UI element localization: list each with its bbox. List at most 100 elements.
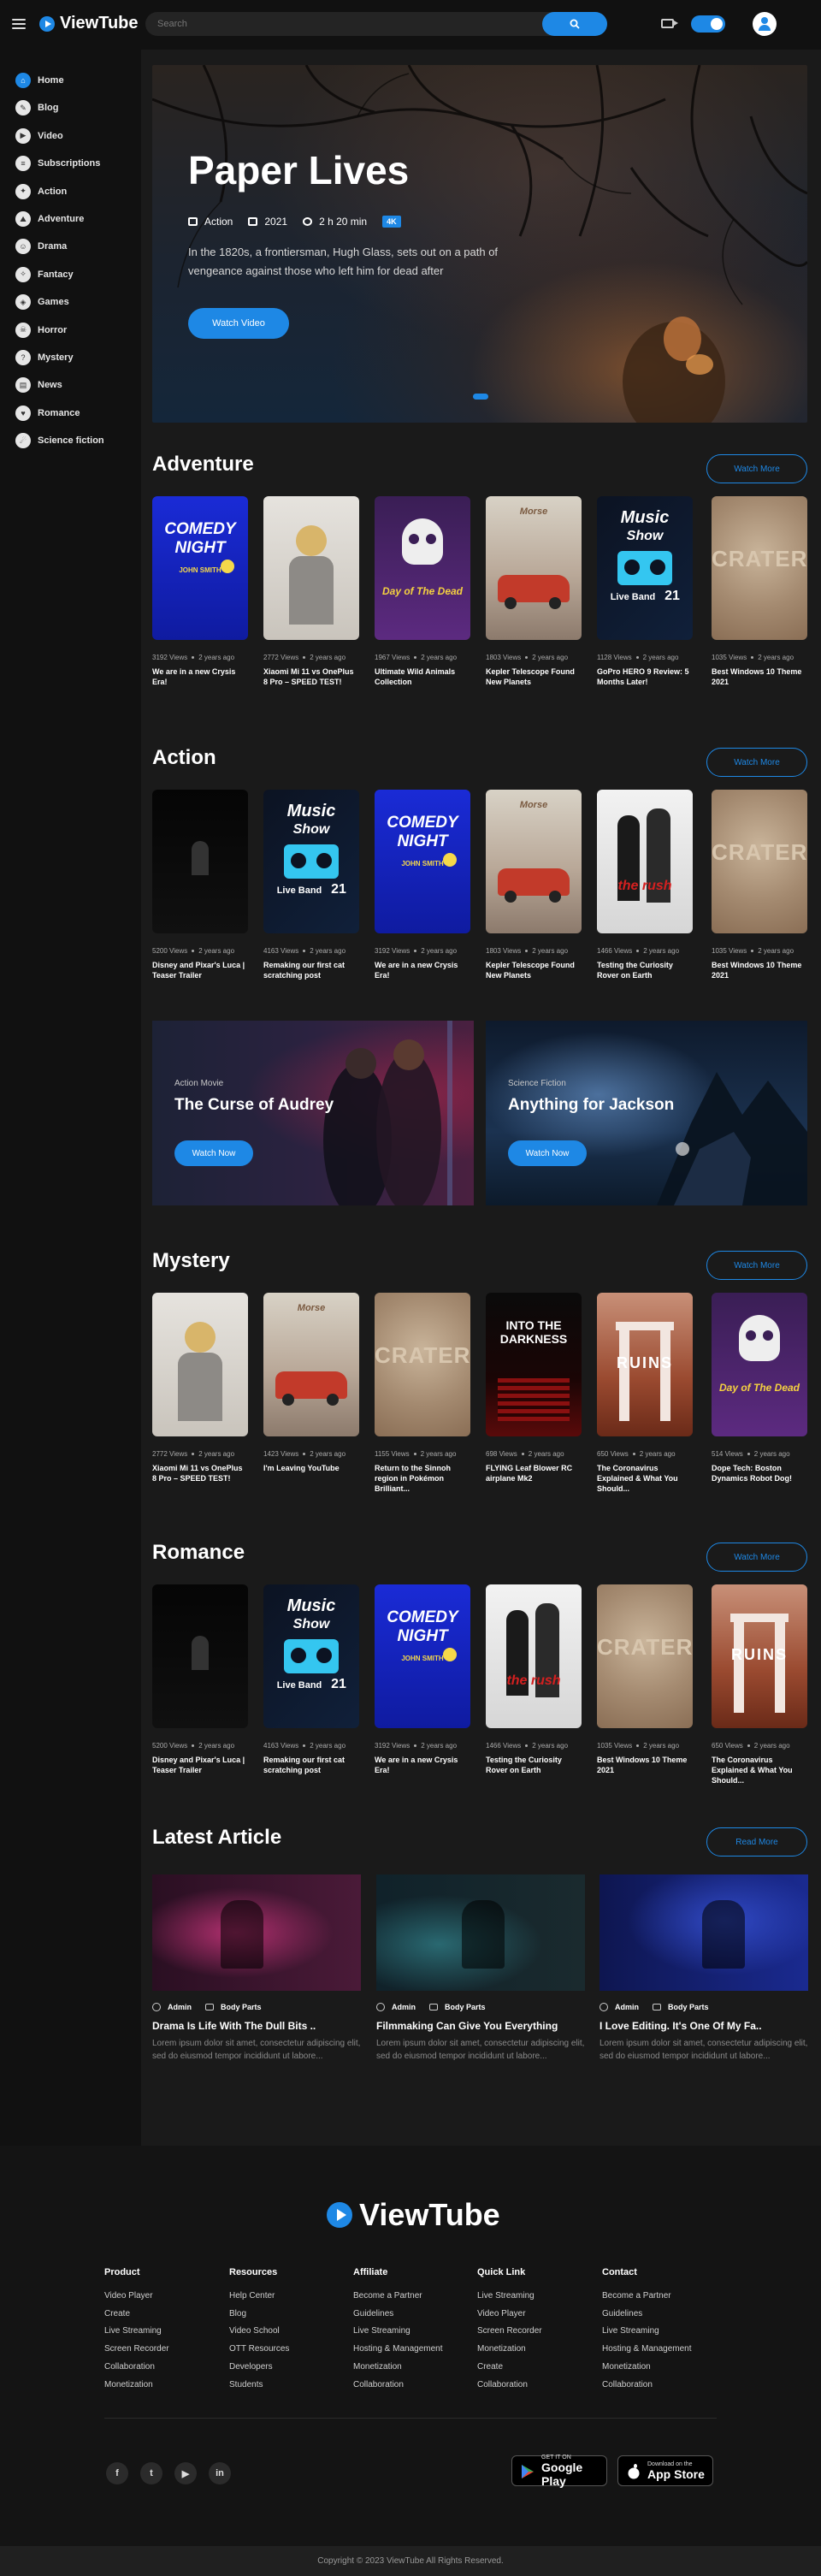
carousel-indicator[interactable] [473,394,488,400]
video-title[interactable]: Best Windows 10 Theme 2021 [712,960,807,980]
footer-link[interactable]: Hosting & Management [602,2341,692,2359]
footer-link[interactable]: Monetization [602,2359,692,2377]
article-category[interactable]: Body Parts [445,2003,486,2011]
footer-link[interactable]: Hosting & Management [353,2341,443,2359]
video-card[interactable]: 2772 Views 2 years ago Xiaomi Mi 11 vs One… [152,1293,248,1483]
video-card[interactable]: RUINS 650 Views 2 years ago The Coronavirus… [597,1293,693,1494]
sidebar-item-home[interactable]: ⌂ Home [15,72,64,89]
video-card[interactable]: Music Show Live Band 21 4163 Views 2 years ag… [263,790,359,980]
sidebar-item-mystery[interactable]: ? Mystery [15,349,74,366]
article-category[interactable]: Body Parts [668,2003,709,2011]
video-card[interactable]: Morse 1423 Views 2 years ago I'm Leaving Yo… [263,1293,359,1473]
video-thumbnail[interactable]: COMEDY NIGHT JOHN SMITH [152,496,248,640]
video-card[interactable]: COMEDY NIGHT JOHN SMITH 3192 Views 2 years a… [375,790,470,980]
video-title[interactable]: Disney and Pixar's Luca | Teaser Trailer [152,1755,248,1775]
video-thumbnail[interactable]: Music Show Live Band 21 [597,496,693,640]
footer-link[interactable]: Become a Partner [602,2288,692,2306]
sidebar-item-drama[interactable]: ☺ Drama [15,238,67,255]
article-title[interactable]: I Love Editing. It's One Of My Fa.. [600,2020,808,2032]
youtube-icon[interactable]: ▶ [174,2462,197,2484]
video-thumbnail[interactable]: CRATER [712,790,807,933]
video-thumbnail[interactable] [152,1293,248,1436]
video-thumbnail[interactable]: COMEDY NIGHT JOHN SMITH [375,790,470,933]
footer-link[interactable]: OTT Resources [229,2341,289,2359]
sidebar-item-action[interactable]: ✦ Action [15,183,67,200]
footer-link[interactable]: Video School [229,2323,289,2341]
video-title[interactable]: Testing the Curiosity Rover on Earth [597,960,693,980]
sidebar-item-adventure[interactable]: ⛰ Adventure [15,210,84,228]
video-card[interactable]: Morse 1803 Views 2 years ago Kepler Telesco… [486,496,582,687]
video-card[interactable]: INTO THE DARKNESS 698 Views 2 years ago FLYI… [486,1293,582,1483]
video-card[interactable]: CRATER 1155 Views 2 years ago Return to the… [375,1293,470,1494]
video-card[interactable]: 2772 Views 2 years ago Xiaomi Mi 11 vs One… [263,496,359,687]
facebook-icon[interactable]: f [106,2462,128,2484]
sidebar-item-horror[interactable]: ☠ Horror [15,322,67,339]
video-card[interactable]: Day of The Dead 514 Views 2 years ago Dope … [712,1293,807,1483]
video-title[interactable]: Testing the Curiosity Rover on Earth [486,1755,582,1775]
video-title[interactable]: We are in a new Crysis Era! [152,666,248,687]
video-thumbnail[interactable] [263,496,359,640]
video-thumbnail[interactable]: Day of The Dead [375,496,470,640]
read-more-button[interactable]: Read More [706,1827,807,1856]
video-thumbnail[interactable]: the rush [486,1584,582,1728]
article-card[interactable]: Admin Body Parts I Love Editing. It's One … [600,1874,808,2063]
article-author[interactable]: Admin [615,2003,639,2011]
footer-link[interactable]: Guidelines [353,2306,443,2324]
footer-link[interactable]: Live Streaming [353,2323,443,2341]
twitter-icon[interactable]: t [140,2462,162,2484]
video-thumbnail[interactable]: Morse [486,496,582,640]
video-title[interactable]: Xiaomi Mi 11 vs OnePlus 8 Pro – SPEED TE… [263,666,359,687]
video-title[interactable]: Best Windows 10 Theme 2021 [712,666,807,687]
video-title[interactable]: I'm Leaving YouTube [263,1463,359,1473]
article-category[interactable]: Body Parts [221,2003,262,2011]
article-card[interactable]: Admin Body Parts Filmmaking Can Give You E… [376,1874,585,2063]
sidebar-item-news[interactable]: ▤ News [15,376,62,394]
video-card[interactable]: Morse 1803 Views 2 years ago Kepler Telesco… [486,790,582,980]
sidebar-item-video[interactable]: ▶ Video [15,127,63,145]
video-thumbnail[interactable]: COMEDY NIGHT JOHN SMITH [375,1584,470,1728]
video-thumbnail[interactable]: Music Show Live Band 21 [263,1584,359,1728]
video-title[interactable]: FLYING Leaf Blower RC airplane Mk2 [486,1463,582,1483]
video-thumbnail[interactable]: Music Show Live Band 21 [263,790,359,933]
footer-link[interactable]: Screen Recorder [477,2323,542,2341]
article-title[interactable]: Filmmaking Can Give You Everything [376,2020,585,2032]
video-thumbnail[interactable]: RUINS [712,1584,807,1728]
video-thumbnail[interactable]: CRATER [712,496,807,640]
video-thumbnail[interactable]: RUINS [597,1293,693,1436]
video-card[interactable]: Music Show Live Band 21 4163 Views 2 years ag… [263,1584,359,1775]
video-title[interactable]: We are in a new Crysis Era! [375,1755,470,1775]
video-thumbnail[interactable]: Morse [263,1293,359,1436]
video-title[interactable]: Best Windows 10 Theme 2021 [597,1755,693,1775]
video-thumbnail[interactable]: Day of The Dead [712,1293,807,1436]
article-image[interactable] [152,1874,361,1991]
search-input[interactable] [157,17,534,31]
video-title[interactable]: Kepler Telescope Found New Planets [486,666,582,687]
article-card[interactable]: Admin Body Parts Drama Is Life With The Du… [152,1874,361,2063]
theme-toggle[interactable] [691,15,725,33]
video-title[interactable]: Ultimate Wild Animals Collection [375,666,470,687]
video-card[interactable]: COMEDY NIGHT JOHN SMITH 3192 Views 2 years a… [375,1584,470,1775]
mystery-watch-more-button[interactable]: Watch More [706,1251,807,1280]
footer-link[interactable]: Collaboration [353,2377,443,2395]
sidebar-item-romance[interactable]: ♥ Romance [15,405,80,422]
footer-link[interactable]: Live Streaming [477,2288,542,2306]
video-thumbnail[interactable] [152,1584,248,1728]
video-card[interactable]: COMEDY NIGHT JOHN SMITH 3192 Views 2 years a… [152,496,248,687]
video-title[interactable]: Remaking our first cat scratching post [263,1755,359,1775]
sidebar-item-games[interactable]: ◈ Games [15,293,69,311]
video-title[interactable]: We are in a new Crysis Era! [375,960,470,980]
sidebar-item-subscriptions[interactable]: ≡ Subscriptions [15,155,100,172]
footer-link[interactable]: Create [477,2359,542,2377]
footer-link[interactable]: Guidelines [602,2306,692,2324]
article-author[interactable]: Admin [392,2003,416,2011]
footer-link[interactable]: Screen Recorder [104,2341,169,2359]
sidebar-item-blog[interactable]: ✎ Blog [15,99,58,116]
footer-link[interactable]: Live Streaming [602,2323,692,2341]
footer-link[interactable]: Help Center [229,2288,289,2306]
video-card[interactable]: Music Show Live Band 21 1128 Views 2 years ag… [597,496,693,687]
article-image[interactable] [376,1874,585,1991]
footer-link[interactable]: Video Player [477,2306,542,2324]
video-thumbnail[interactable]: INTO THE DARKNESS [486,1293,582,1436]
video-title[interactable]: The Coronavirus Explained & What You Sho… [597,1463,693,1494]
video-title[interactable]: Remaking our first cat scratching post [263,960,359,980]
